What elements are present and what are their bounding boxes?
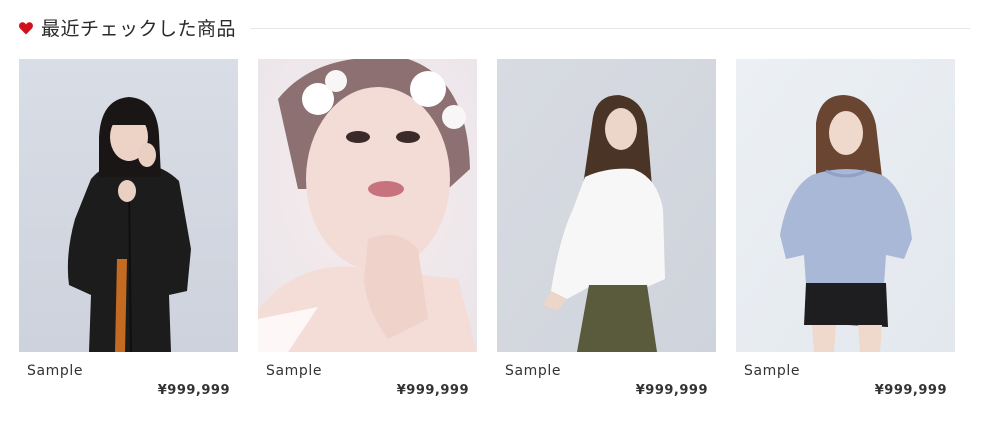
product-price: ¥999,999: [635, 383, 708, 398]
product-name[interactable]: Sample: [505, 362, 716, 380]
product-name[interactable]: Sample: [266, 362, 477, 380]
product-card[interactable]: Sample ¥999,999: [497, 59, 716, 400]
product-card[interactable]: Sample ¥999,999: [258, 59, 477, 400]
product-card[interactable]: Sample ¥999,999: [19, 59, 238, 400]
product-image[interactable]: [19, 59, 238, 352]
heart-icon: [19, 21, 33, 34]
product-card[interactable]: Sample ¥999,999: [736, 59, 955, 400]
section-title: 最近チェックした商品: [41, 17, 237, 40]
product-grid: Sample ¥999,999 Sample ¥999,999 Sample ¥…: [19, 59, 975, 400]
product-name[interactable]: Sample: [27, 362, 238, 380]
product-price: ¥999,999: [396, 383, 469, 398]
section-header: 最近チェックした商品: [18, 12, 970, 42]
product-price: ¥999,999: [874, 383, 947, 398]
product-price: ¥999,999: [157, 383, 230, 398]
product-name[interactable]: Sample: [744, 362, 955, 380]
recently-viewed-section: 最近チェックした商品 Sample ¥999,999 Sample ¥999,9…: [0, 0, 1000, 422]
product-image[interactable]: [258, 59, 477, 352]
header-divider: [250, 27, 970, 29]
product-image[interactable]: [497, 59, 716, 352]
product-image[interactable]: [736, 59, 955, 352]
